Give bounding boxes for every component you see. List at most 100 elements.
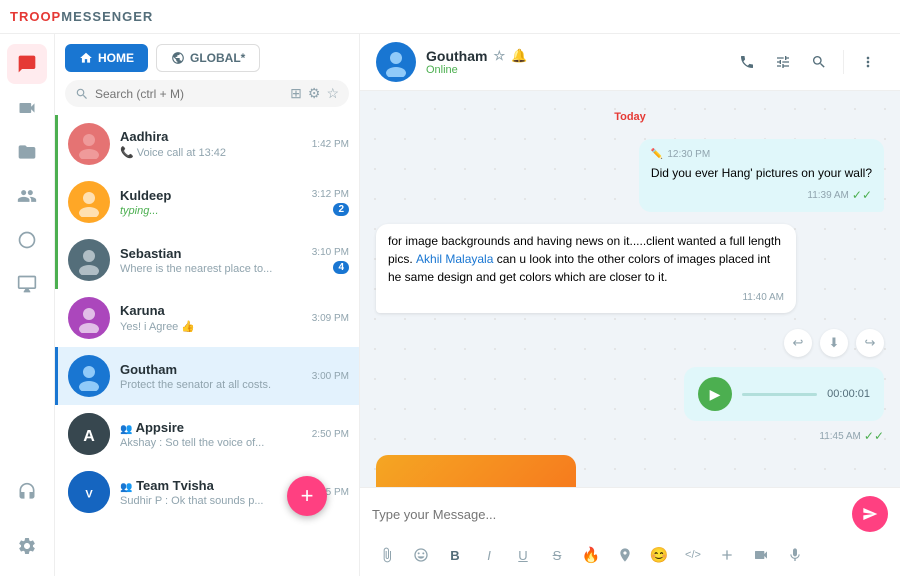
chat-name-kuldeep: Kuldeep bbox=[120, 188, 302, 203]
message-row-2: for image backgrounds and having news on… bbox=[376, 224, 884, 313]
avatar-karuna bbox=[68, 297, 110, 339]
chat-name-teamtvisha: 👥 Team Tvisha bbox=[120, 478, 302, 493]
toolbar-code[interactable]: </> bbox=[678, 540, 708, 570]
sidebar-icon-gear[interactable] bbox=[7, 220, 47, 260]
sliders-button[interactable] bbox=[767, 46, 799, 78]
toolbar-italic[interactable]: I bbox=[474, 540, 504, 570]
chat-item-kuldeep[interactable]: Kuldeep typing... 3:12 PM 2 bbox=[55, 173, 359, 231]
audio-bubble: ▶ 00:00:01 bbox=[684, 367, 884, 421]
chat-item-aadhira[interactable]: Aadhira 📞 Voice call at 13:42 1:42 PM bbox=[55, 115, 359, 173]
bubble-text-1: Did you ever Hang' pictures on your wall… bbox=[651, 164, 872, 182]
audio-bar bbox=[742, 393, 817, 396]
toolbar-strike[interactable]: S bbox=[542, 540, 572, 570]
contact-name: Goutham ☆ 🔔 bbox=[426, 48, 721, 64]
avatar-goutham bbox=[68, 355, 110, 397]
chat-info-sebastian: Sebastian Where is the nearest place to.… bbox=[120, 246, 302, 275]
sidebar-icon-settings[interactable] bbox=[7, 526, 47, 566]
input-area: B I U S 🔥 😊 </> bbox=[360, 487, 900, 576]
play-button[interactable]: ▶ bbox=[698, 377, 732, 411]
chat-meta-appsire: 2:50 PM bbox=[312, 429, 349, 440]
sidebar-icon-video[interactable] bbox=[7, 88, 47, 128]
avatar-appsire: A bbox=[68, 413, 110, 455]
toolbar-audio[interactable] bbox=[780, 540, 810, 570]
chat-item-sebastian[interactable]: Sebastian Where is the nearest place to.… bbox=[55, 231, 359, 289]
chat-info-goutham: Goutham Protect the senator at all costs… bbox=[120, 362, 302, 391]
chat-list-panel: HOME GLOBAL* ⊞ ⚙ ☆ Aadhira bbox=[55, 34, 360, 576]
sidebar-icon-monitor[interactable] bbox=[7, 264, 47, 304]
contact-info: Goutham ☆ 🔔 Online bbox=[426, 48, 721, 76]
toolbar-bold[interactable]: B bbox=[440, 540, 470, 570]
more-button[interactable] bbox=[852, 46, 884, 78]
chat-preview-appsire: Akshay : So tell the voice of... bbox=[120, 437, 302, 449]
avatar-teamtvisha: V bbox=[68, 471, 110, 513]
message-input-row bbox=[372, 496, 888, 532]
date-divider: Today bbox=[376, 111, 884, 123]
toolbar-sticker[interactable]: 😊 bbox=[644, 540, 674, 570]
chat-info-appsire: 👥 Appsire Akshay : So tell the voice of.… bbox=[120, 420, 302, 449]
check-icon-1: ✓✓ bbox=[852, 186, 872, 204]
toolbar-location[interactable] bbox=[610, 540, 640, 570]
chat-preview-kuldeep: typing... bbox=[120, 205, 302, 217]
message-row-1: ✏️ 12:30 PM Did you ever Hang' pictures … bbox=[376, 139, 884, 212]
badge-sebastian: 4 bbox=[333, 261, 349, 274]
message-row-4: BURGER bbox=[376, 455, 884, 487]
chat-name-sebastian: Sebastian bbox=[120, 246, 302, 261]
toolbar-fire[interactable]: 🔥 bbox=[576, 540, 606, 570]
sidebar-icon-headset[interactable] bbox=[7, 472, 47, 512]
chat-meta-aadhira: 1:42 PM bbox=[312, 139, 349, 150]
fab-button[interactable]: + bbox=[287, 476, 327, 516]
star-icon[interactable]: ☆ bbox=[326, 85, 339, 102]
search-icon bbox=[75, 87, 89, 101]
bubble-1: ✏️ 12:30 PM Did you ever Hang' pictures … bbox=[639, 139, 884, 212]
toolbar-more[interactable] bbox=[712, 540, 742, 570]
edit-icon: ✏️ bbox=[651, 147, 663, 162]
star-icon[interactable]: ☆ bbox=[493, 48, 505, 64]
toolbar-video[interactable] bbox=[746, 540, 776, 570]
send-button[interactable] bbox=[852, 496, 888, 532]
chat-preview-karuna: Yes! i Agree 👍 bbox=[120, 320, 302, 333]
chat-info-kuldeep: Kuldeep typing... bbox=[120, 188, 302, 217]
chat-meta-sebastian: 3:10 PM 4 bbox=[312, 247, 349, 274]
bubble-time-1: 11:39 AM ✓✓ bbox=[651, 186, 872, 204]
toolbar-underline[interactable]: U bbox=[508, 540, 538, 570]
download-btn[interactable]: ⬇ bbox=[820, 329, 848, 357]
forward-btn[interactable]: ↪ bbox=[856, 329, 884, 357]
chat-item-goutham[interactable]: Goutham Protect the senator at all costs… bbox=[55, 347, 359, 405]
header-divider bbox=[843, 50, 844, 74]
sidebar-icon-folder[interactable] bbox=[7, 132, 47, 172]
bubble-text-2: for image backgrounds and having news on… bbox=[388, 232, 784, 286]
reply-btn[interactable]: ↩ bbox=[784, 329, 812, 357]
message-row-3: ↩ ⬇ ↪ ▶ 00:00:01 11:45 AM ✓✓ bbox=[376, 325, 884, 443]
top-bar: TROOP MESSENGER bbox=[0, 0, 900, 34]
tab-global[interactable]: GLOBAL* bbox=[156, 44, 260, 72]
image-bubble: BURGER bbox=[376, 455, 576, 487]
settings-icon[interactable]: ⚙ bbox=[308, 85, 321, 102]
avatar-kuldeep bbox=[68, 181, 110, 223]
tab-home[interactable]: HOME bbox=[65, 44, 148, 72]
message-input[interactable] bbox=[372, 507, 844, 522]
toolbar-emoji[interactable] bbox=[406, 540, 436, 570]
chat-name-aadhira: Aadhira bbox=[120, 129, 302, 144]
chat-preview-goutham: Protect the senator at all costs. bbox=[120, 379, 302, 391]
chat-info-karuna: Karuna Yes! i Agree 👍 bbox=[120, 303, 302, 333]
check-icon-3: ✓✓ bbox=[864, 429, 884, 443]
toolbar-attach[interactable] bbox=[372, 540, 402, 570]
bubble-meta-1: ✏️ 12:30 PM bbox=[651, 147, 872, 162]
chat-meta-kuldeep: 3:12 PM 2 bbox=[312, 189, 349, 216]
call-button[interactable] bbox=[731, 46, 763, 78]
chat-item-karuna[interactable]: Karuna Yes! i Agree 👍 3:09 PM bbox=[55, 289, 359, 347]
app-title-troop: TROOP bbox=[10, 9, 61, 24]
bubble-2: for image backgrounds and having news on… bbox=[376, 224, 796, 313]
chat-item-appsire[interactable]: A 👥 Appsire Akshay : So tell the voice o… bbox=[55, 405, 359, 463]
filter-icon[interactable]: ⊞ bbox=[290, 85, 302, 102]
chat-name-goutham: Goutham bbox=[120, 362, 302, 377]
search-button[interactable] bbox=[803, 46, 835, 78]
sidebar-icon-chat[interactable] bbox=[7, 44, 47, 84]
audio-duration: 00:00:01 bbox=[827, 388, 870, 400]
svg-text:A: A bbox=[83, 428, 95, 445]
volume-icon[interactable]: 🔔 bbox=[511, 48, 527, 64]
messages-area[interactable]: Today ✏️ 12:30 PM Did you ever Hang' pic… bbox=[360, 91, 900, 487]
sidebar-icon-contacts[interactable] bbox=[7, 176, 47, 216]
chat-preview-teamtvisha: Sudhir P : Ok that sounds p... bbox=[120, 495, 302, 507]
search-input[interactable] bbox=[95, 87, 284, 101]
